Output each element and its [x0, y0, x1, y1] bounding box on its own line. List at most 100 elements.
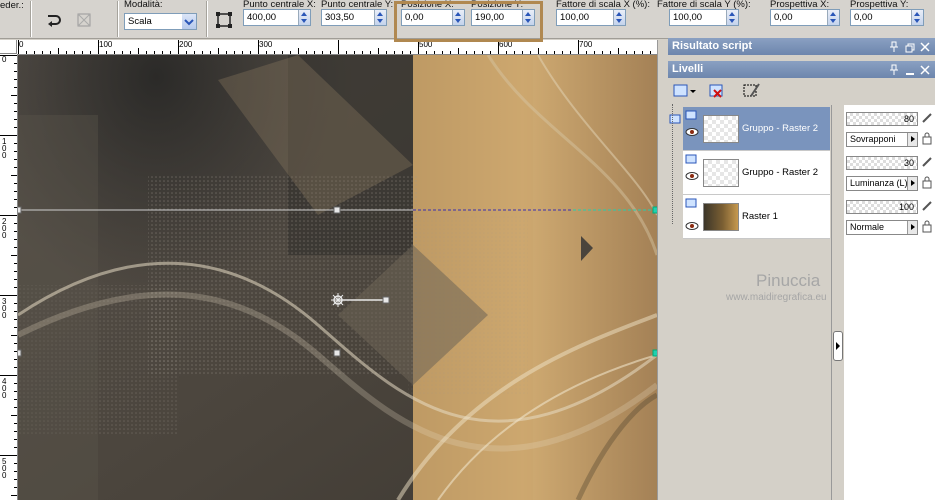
dropdown-arrow-icon[interactable]	[907, 133, 917, 146]
splitter-handle[interactable]	[833, 331, 843, 361]
watermark-name: Pinuccia	[756, 271, 821, 290]
layer-row[interactable]: Raster 1	[683, 195, 830, 239]
ruler-tick	[14, 279, 17, 280]
layer-row[interactable]: Gruppo - Raster 2	[683, 107, 830, 151]
ruler-tick	[90, 51, 91, 54]
panel-splitter[interactable]	[831, 105, 845, 500]
ruler-tick	[14, 423, 17, 424]
ruler-tick	[370, 51, 371, 54]
ruler-tick	[11, 95, 17, 96]
reset-transform-icon[interactable]	[74, 10, 94, 30]
ruler-tick	[266, 51, 267, 54]
edit-brush-icon[interactable]	[921, 200, 933, 215]
ruler-tick	[0, 455, 17, 456]
visibility-eye-icon[interactable]	[684, 127, 700, 140]
ruler-tick	[14, 399, 17, 400]
ruler-tick	[506, 51, 507, 54]
layer-thumbnail	[703, 159, 739, 187]
ruler-number: 2 0 0	[2, 217, 7, 240]
minimize-icon[interactable]	[905, 65, 915, 82]
scale-y-input[interactable]: 100,00	[669, 9, 739, 26]
ruler-number: 200	[179, 40, 193, 49]
ruler-tick	[14, 271, 17, 272]
ruler-tick	[14, 151, 17, 152]
ruler-tick	[14, 223, 17, 224]
scale-x-spinner[interactable]	[613, 10, 625, 25]
new-layer-icon[interactable]	[672, 81, 696, 101]
dropdown-arrow-icon[interactable]	[907, 177, 917, 190]
lock-icon[interactable]	[921, 219, 933, 236]
edit-brush-icon[interactable]	[921, 112, 933, 127]
center-x-spinner[interactable]	[298, 10, 310, 25]
lock-icon[interactable]	[921, 175, 933, 192]
ruler-tick	[538, 48, 539, 54]
ruler-tick	[138, 48, 139, 54]
scale-y-value: 100,00	[673, 12, 703, 23]
ruler-tick	[14, 327, 17, 328]
center-y-spinner[interactable]	[374, 10, 386, 25]
image-canvas[interactable]	[18, 55, 657, 500]
ruler-tick	[11, 415, 17, 416]
perspective-x-input[interactable]: 0,00	[770, 9, 840, 26]
dropdown-arrow-icon[interactable]	[907, 221, 917, 234]
pin-icon[interactable]	[889, 61, 899, 84]
center-y-input[interactable]: 303,50	[321, 9, 387, 26]
flip-icon[interactable]	[42, 10, 62, 30]
mode-select[interactable]: Scala	[124, 13, 197, 30]
horizontal-ruler[interactable]: 0 100 200 300 500 600 700	[17, 40, 657, 55]
ruler-tick	[14, 199, 17, 200]
pin-icon[interactable]	[889, 38, 899, 61]
layer-thumbnail	[703, 203, 739, 231]
ruler-tick	[14, 111, 17, 112]
ruler-tick	[122, 51, 123, 54]
lock-icon[interactable]	[921, 131, 933, 148]
ruler-tick	[14, 263, 17, 264]
ruler-tick	[14, 351, 17, 352]
layer-name: Gruppo - Raster 2	[742, 167, 819, 178]
ruler-tick	[0, 375, 17, 376]
ruler-tick	[610, 51, 611, 54]
ruler-tick	[14, 191, 17, 192]
center-x-input[interactable]: 400,00	[243, 9, 311, 26]
ruler-tick	[650, 51, 651, 54]
ruler-tick	[114, 51, 115, 54]
vertical-scrollbar[interactable]	[657, 40, 668, 500]
ruler-tick	[66, 51, 67, 54]
edit-selection-icon[interactable]	[742, 81, 760, 101]
restore-icon[interactable]	[905, 42, 915, 59]
chevron-down-icon[interactable]	[182, 14, 196, 29]
visibility-eye-icon[interactable]	[684, 171, 700, 184]
ruler-tick	[14, 367, 17, 368]
blend-mode-select[interactable]: Sovrapponi	[846, 132, 918, 147]
ruler-tick	[14, 119, 17, 120]
close-icon[interactable]	[920, 61, 930, 84]
perspective-y-spinner[interactable]	[911, 10, 923, 25]
ruler-number: 700	[579, 40, 593, 49]
perspective-y-input[interactable]: 0,00	[850, 9, 924, 26]
scale-y-spinner[interactable]	[726, 10, 738, 25]
ruler-tick	[386, 51, 387, 54]
ruler-tick	[82, 51, 83, 54]
opacity-slider[interactable]: 80	[846, 112, 918, 126]
blend-mode-select[interactable]: Luminanza (L)	[846, 176, 918, 191]
ruler-tick	[234, 51, 235, 54]
vertical-ruler[interactable]: 0 1 0 0 2 0 0 3 0 0 4 0 0 5 0 0	[0, 54, 18, 500]
bounding-box-icon[interactable]	[214, 10, 234, 30]
ruler-tick	[410, 51, 411, 54]
delete-layer-icon[interactable]	[708, 81, 726, 101]
perspective-x-spinner[interactable]	[827, 10, 839, 25]
center-x-value: 400,00	[247, 12, 277, 23]
layer-properties: 80 Sovrapponi 30 Luminanza (L) 100 Norma…	[844, 105, 935, 500]
opacity-value: 100	[898, 202, 914, 212]
blend-mode-select[interactable]: Normale	[846, 220, 918, 235]
ruler-tick	[530, 51, 531, 54]
opacity-slider[interactable]: 30	[846, 156, 918, 170]
edit-brush-icon[interactable]	[921, 156, 933, 171]
visibility-eye-icon[interactable]	[684, 221, 700, 234]
scale-x-input[interactable]: 100,00	[556, 9, 626, 26]
ruler-tick	[250, 51, 251, 54]
layer-type-icon	[685, 154, 699, 171]
layer-row[interactable]: Gruppo - Raster 2	[683, 151, 830, 195]
opacity-slider[interactable]: 100	[846, 200, 918, 214]
close-icon[interactable]	[920, 38, 930, 61]
